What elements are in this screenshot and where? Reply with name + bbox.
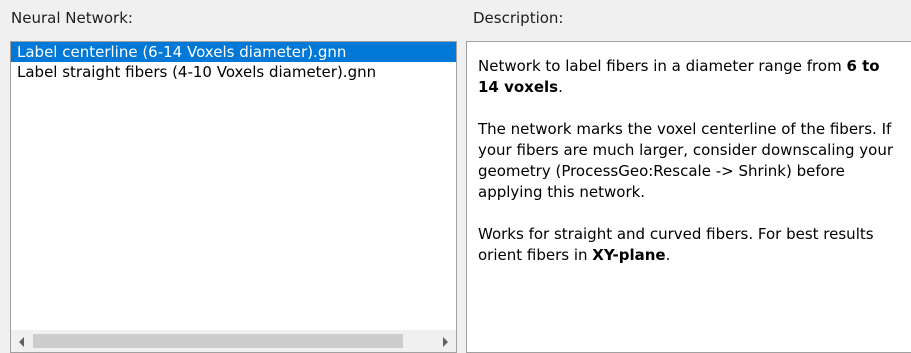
scrollbar-thumb[interactable] [33, 334, 403, 348]
description-paragraph-3: Works for straight and curved fibers. Fo… [478, 224, 903, 266]
description-p3-bold: XY-plane [592, 246, 666, 264]
triangle-left-icon [19, 336, 24, 347]
list-item-label-straight-fibers[interactable]: Label straight fibers (4-10 Voxels diame… [11, 62, 456, 82]
triangle-right-icon [443, 336, 448, 347]
description-paragraph-1: Network to label fibers in a diameter ra… [478, 56, 903, 98]
description-paragraph-2: The network marks the voxel centerline o… [478, 119, 903, 203]
description-box: Network to label fibers in a diameter ra… [466, 41, 911, 353]
scrollbar-track[interactable] [32, 331, 435, 352]
list-item-label-centerline[interactable]: Label centerline (6-14 Voxels diameter).… [11, 42, 456, 62]
description-p2-text: The network marks the voxel centerline o… [478, 120, 894, 201]
description-label: Description: [473, 9, 564, 27]
neural-network-listbox[interactable]: Label centerline (6-14 Voxels diameter).… [10, 41, 457, 353]
scroll-right-button[interactable] [435, 331, 456, 352]
description-p1-end: . [558, 78, 563, 96]
neural-network-list: Label centerline (6-14 Voxels diameter).… [11, 42, 456, 331]
description-p1-text: Network to label fibers in a diameter ra… [478, 57, 847, 75]
scroll-left-button[interactable] [11, 331, 32, 352]
horizontal-scrollbar[interactable] [11, 330, 456, 352]
description-p3-end: . [665, 246, 671, 264]
neural-network-label: Neural Network: [11, 9, 133, 27]
description-p3-text: Works for straight and curved fibers. Fo… [478, 225, 874, 264]
